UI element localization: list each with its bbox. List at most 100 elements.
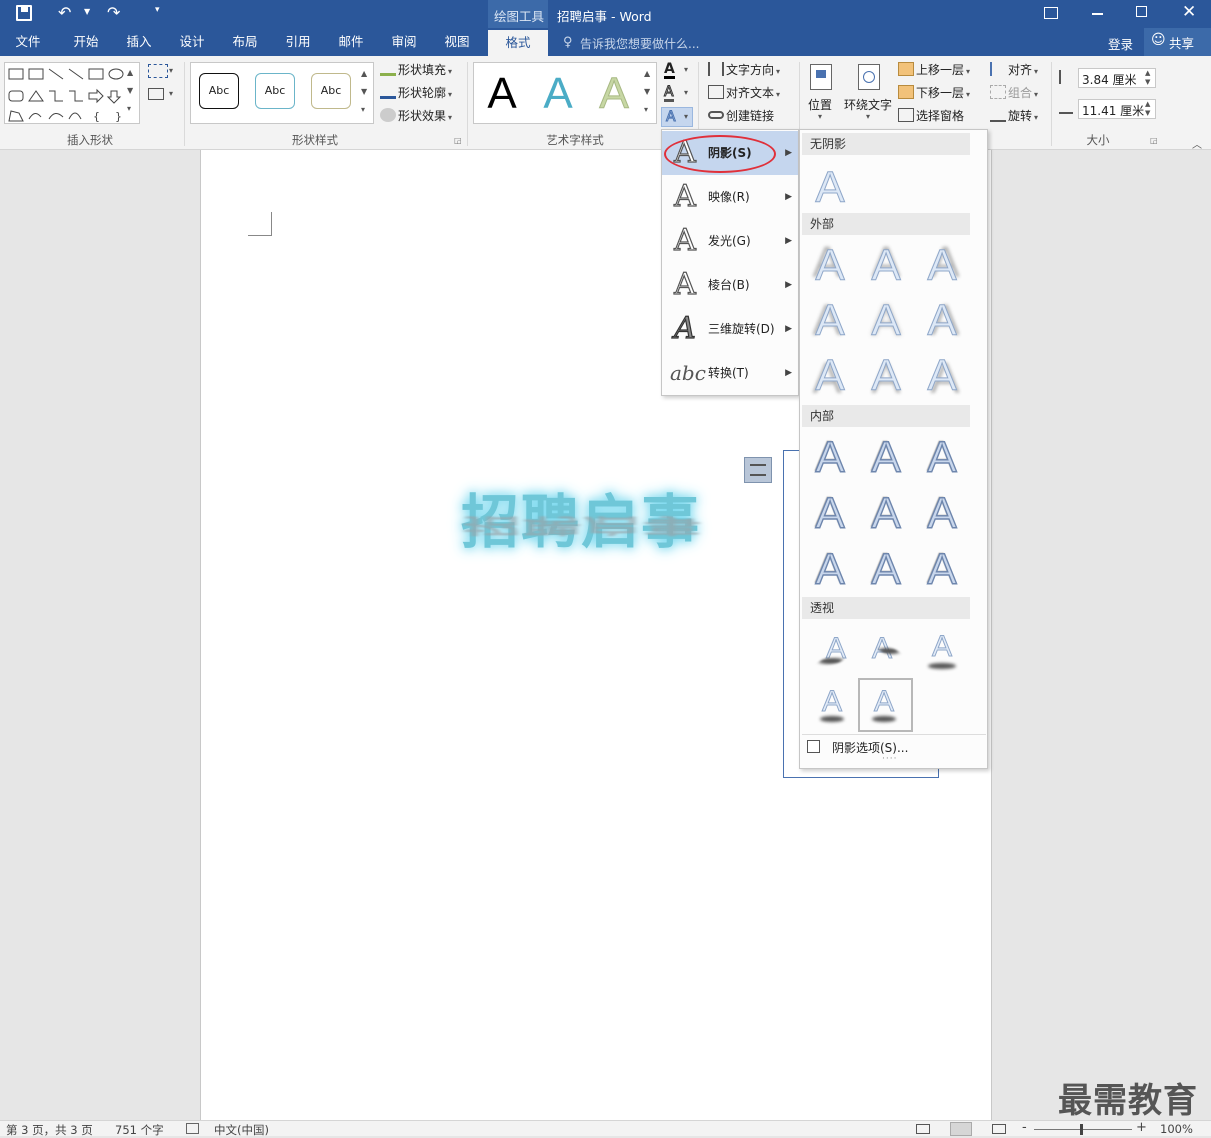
inner-shadow-7[interactable]: A bbox=[808, 545, 852, 594]
menu-item-glow[interactable]: A 发光(G) ▶ bbox=[662, 219, 798, 263]
wrap-text-button[interactable]: 环绕文字 ▾ bbox=[842, 62, 894, 128]
wordart-style-beige[interactable]: A bbox=[590, 69, 638, 119]
outer-shadow-9[interactable]: A bbox=[920, 351, 964, 400]
wordart-style-black[interactable]: A bbox=[478, 69, 526, 119]
menu-item-reflection[interactable]: A 映像(R) ▶ bbox=[662, 175, 798, 219]
maximize-button[interactable] bbox=[1136, 6, 1147, 17]
tab-mailings[interactable]: 邮件 bbox=[329, 28, 373, 56]
shape-fill-button[interactable]: 形状填充 ▾ bbox=[380, 60, 452, 80]
resize-grip-icon[interactable]: ···· bbox=[882, 754, 897, 764]
tab-layout[interactable]: 布局 bbox=[223, 28, 267, 56]
edit-shape-icon[interactable] bbox=[148, 64, 168, 78]
wordart-style-teal[interactable]: A bbox=[534, 69, 582, 119]
zoom-out-button[interactable]: - bbox=[1022, 1120, 1027, 1135]
read-mode-icon[interactable] bbox=[916, 1124, 930, 1134]
tab-references[interactable]: 引用 bbox=[276, 28, 320, 56]
tab-format[interactable]: 格式 bbox=[488, 30, 548, 56]
wordart-gallery[interactable]: A A A ▲ ▼ ▾ bbox=[473, 62, 657, 124]
zoom-level[interactable]: 100% bbox=[1160, 1122, 1193, 1136]
position-button[interactable]: 位置 ▾ bbox=[806, 62, 836, 128]
share-button[interactable]: ☺ 共享 bbox=[1144, 28, 1211, 56]
save-icon[interactable] bbox=[16, 5, 32, 21]
inner-shadow-6[interactable]: A bbox=[920, 489, 964, 538]
tab-insert[interactable]: 插入 bbox=[117, 28, 161, 56]
redo-icon[interactable]: ↷ bbox=[107, 3, 120, 22]
inner-shadow-1[interactable]: A bbox=[808, 433, 852, 482]
text-box-icon[interactable] bbox=[148, 88, 164, 100]
inner-shadow-4[interactable]: A bbox=[808, 489, 852, 538]
width-spinner[interactable]: ▲ ▼ bbox=[1145, 100, 1150, 118]
minimize-button[interactable] bbox=[1092, 13, 1103, 15]
group-button[interactable]: 组合 ▾ bbox=[990, 83, 1038, 103]
height-spinner[interactable]: ▲ ▼ bbox=[1145, 69, 1150, 87]
tell-me-box[interactable]: 告诉我您想要做什么... bbox=[580, 35, 699, 52]
proofing-icon[interactable] bbox=[186, 1123, 199, 1134]
tab-file[interactable]: 文件 bbox=[6, 28, 50, 56]
layout-options-button[interactable] bbox=[744, 457, 772, 483]
outer-shadow-1[interactable]: A bbox=[808, 241, 852, 290]
edit-shape-dropdown-icon[interactable]: ▾ bbox=[169, 66, 173, 75]
text-fill-button[interactable]: A bbox=[664, 62, 675, 79]
shape-style-1[interactable]: Abc bbox=[199, 73, 239, 109]
menu-item-bevel[interactable]: A 棱台(B) ▶ bbox=[662, 263, 798, 307]
shape-styles-scroll[interactable]: ▲ ▼ ▾ bbox=[361, 65, 367, 119]
perspective-shadow-1[interactable]: A bbox=[814, 625, 858, 673]
shape-effects-button[interactable]: 形状效果 ▾ bbox=[380, 106, 452, 126]
zoom-slider-track[interactable] bbox=[1034, 1129, 1132, 1130]
inner-shadow-2[interactable]: A bbox=[864, 433, 908, 482]
width-input[interactable]: 11.41 厘米 ▲ ▼ bbox=[1078, 99, 1156, 119]
shape-styles-launcher-icon[interactable]: ◲ bbox=[454, 136, 462, 145]
text-outline-dropdown-icon[interactable]: ▾ bbox=[684, 88, 688, 97]
create-link-button[interactable]: 创建链接 bbox=[708, 106, 774, 126]
shape-styles-gallery[interactable]: Abc Abc Abc ▲ ▼ ▾ bbox=[190, 62, 374, 124]
send-backward-button[interactable]: 下移一层 ▾ bbox=[898, 83, 970, 103]
ribbon-display-icon[interactable] bbox=[1044, 7, 1058, 19]
tab-review[interactable]: 审阅 bbox=[382, 28, 426, 56]
align-text-button[interactable]: 对齐文本 ▾ bbox=[708, 83, 780, 103]
inner-shadow-5[interactable]: A bbox=[864, 489, 908, 538]
shape-style-2[interactable]: Abc bbox=[255, 73, 295, 109]
shapes-gallery[interactable]: {} bbox=[4, 62, 140, 124]
undo-dropdown-icon[interactable]: ▼ bbox=[84, 7, 90, 16]
outer-shadow-8[interactable]: A bbox=[864, 351, 908, 400]
wordart-scroll[interactable]: ▲ ▼ ▾ bbox=[644, 65, 650, 119]
close-button[interactable]: ✕ bbox=[1182, 2, 1196, 22]
shadow-options-checkbox[interactable] bbox=[807, 740, 820, 753]
menu-item-transform[interactable]: abc 转换(T) ▶ bbox=[662, 351, 798, 395]
shape-outline-button[interactable]: 形状轮廓 ▾ bbox=[380, 83, 452, 103]
no-shadow-option[interactable]: A bbox=[808, 163, 852, 212]
undo-icon[interactable]: ↶ bbox=[58, 3, 71, 22]
outer-shadow-4[interactable]: A bbox=[808, 296, 852, 345]
inner-shadow-8[interactable]: A bbox=[864, 545, 908, 594]
outer-shadow-7[interactable]: A bbox=[808, 351, 852, 400]
zoom-in-button[interactable]: + bbox=[1136, 1120, 1147, 1135]
outer-shadow-6[interactable]: A bbox=[920, 296, 964, 345]
zoom-slider-thumb[interactable] bbox=[1080, 1124, 1083, 1135]
bring-forward-button[interactable]: 上移一层 ▾ bbox=[898, 60, 970, 80]
inner-shadow-3[interactable]: A bbox=[920, 433, 964, 482]
tab-design[interactable]: 设计 bbox=[170, 28, 214, 56]
rotate-button[interactable]: 旋转 ▾ bbox=[990, 106, 1038, 126]
text-fill-dropdown-icon[interactable]: ▾ bbox=[684, 65, 688, 74]
sign-in-link[interactable]: 登录 bbox=[1108, 34, 1133, 53]
customize-qat-icon[interactable]: ▾ bbox=[155, 5, 160, 15]
tab-view[interactable]: 视图 bbox=[435, 28, 479, 56]
align-button[interactable]: 对齐 ▾ bbox=[990, 60, 1038, 80]
text-direction-button[interactable]: 文字方向 ▾ bbox=[708, 60, 780, 80]
text-outline-button[interactable]: A bbox=[664, 85, 674, 102]
height-input[interactable]: 3.84 厘米 ▲ ▼ bbox=[1078, 68, 1156, 88]
tab-home[interactable]: 开始 bbox=[64, 28, 108, 56]
text-effects-button[interactable]: A ▾ bbox=[661, 107, 693, 127]
text-box-dropdown-icon[interactable]: ▾ bbox=[169, 89, 173, 98]
size-launcher-icon[interactable]: ◲ bbox=[1150, 136, 1158, 145]
selection-pane-button[interactable]: 选择窗格 bbox=[898, 106, 964, 126]
outer-shadow-2[interactable]: A bbox=[864, 241, 908, 290]
menu-item-3d-rotation[interactable]: A 三维旋转(D) ▶ bbox=[662, 307, 798, 351]
outer-shadow-3[interactable]: A bbox=[920, 241, 964, 290]
print-layout-icon[interactable] bbox=[950, 1122, 972, 1136]
shape-style-3[interactable]: Abc bbox=[311, 73, 351, 109]
outer-shadow-5[interactable]: A bbox=[864, 296, 908, 345]
web-layout-icon[interactable] bbox=[992, 1124, 1006, 1134]
inner-shadow-9[interactable]: A bbox=[920, 545, 964, 594]
collapse-ribbon-icon[interactable]: ︿ bbox=[1192, 136, 1202, 151]
